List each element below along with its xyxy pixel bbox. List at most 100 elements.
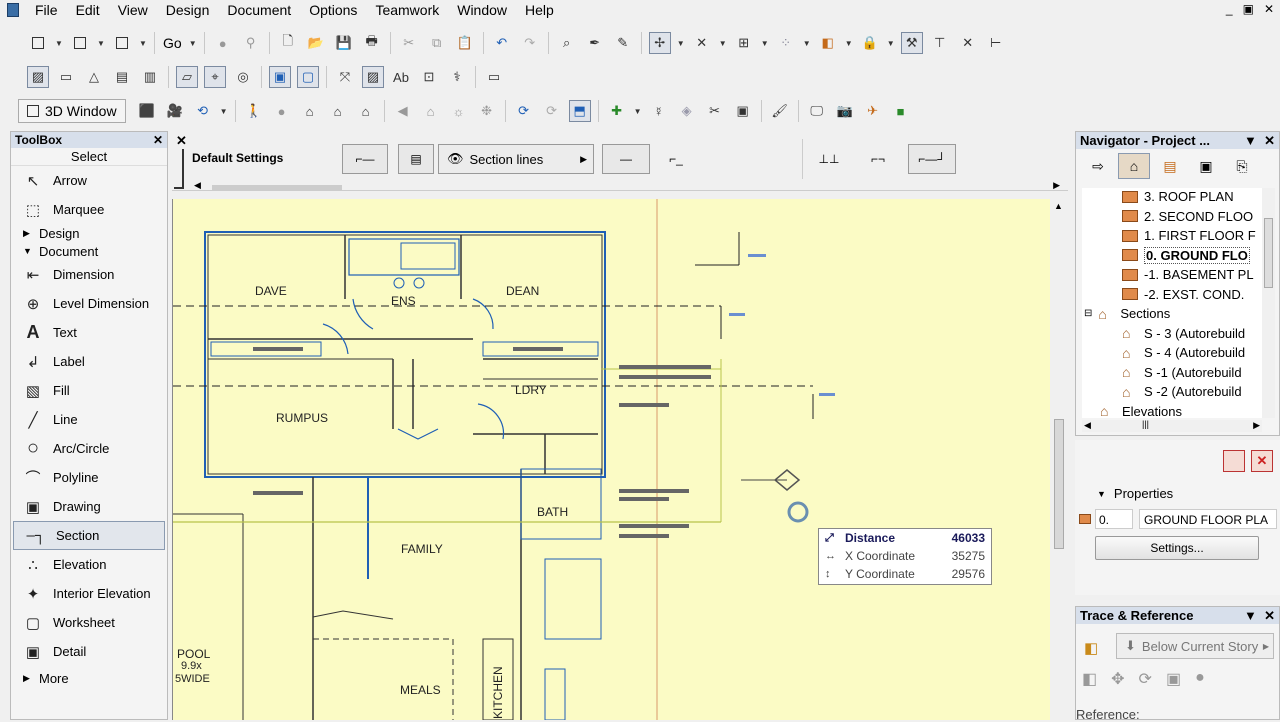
text-style-icon[interactable]: Ab	[390, 66, 412, 88]
3d-window-button[interactable]: 3D Window	[18, 99, 126, 123]
navigator-menu-icon[interactable]: ⇨	[1082, 153, 1114, 179]
publisher-icon[interactable]: ⎘	[1226, 153, 1258, 179]
geometry-horizontal-button[interactable]: ⌐¬	[860, 144, 896, 174]
measure-icon[interactable]: ⚕	[446, 66, 468, 88]
scroll-thumb[interactable]	[1054, 419, 1064, 549]
house-section-icon[interactable]: ⌂	[327, 100, 349, 122]
cut-icon[interactable]: ✂	[398, 32, 420, 54]
tool-level-dimension[interactable]: ⊕ Level Dimension	[11, 289, 167, 318]
perspective-icon[interactable]: ⬒	[568, 100, 591, 122]
walk-figure-icon[interactable]: 🚶	[243, 100, 265, 122]
tool-fill[interactable]: ▧ Fill	[11, 376, 167, 405]
canvas-horizontal-scrollbar[interactable]: ◀ ▶	[194, 180, 1060, 192]
dropdown-arrow-icon[interactable]: ▼	[96, 32, 106, 54]
tool-drawing[interactable]: ▣ Drawing	[11, 492, 167, 521]
target-icon[interactable]: ⌖	[204, 66, 226, 88]
scroll-thumb[interactable]: |||	[1142, 419, 1149, 429]
house-view-icon[interactable]: ⌂	[299, 100, 321, 122]
reflect-icon[interactable]: ⟳	[541, 100, 563, 122]
go-button[interactable]: Go	[159, 35, 186, 51]
delete-story-button[interactable]: ✕	[1251, 450, 1273, 472]
frame-icon[interactable]: ▣	[269, 66, 291, 88]
scissor-plane-icon[interactable]: ✂	[704, 100, 726, 122]
mirror-icon[interactable]: ▣	[1166, 669, 1181, 689]
dropdown-arrow-icon[interactable]: ▼	[54, 32, 64, 54]
toolbox-close-button[interactable]: ✕	[153, 133, 163, 147]
rotate-icon[interactable]: ⟳	[1139, 669, 1152, 689]
element-info-icon[interactable]: ⊤	[929, 32, 951, 54]
distance-value[interactable]: 46033	[935, 531, 985, 545]
section-item[interactable]: ⌂ S - 4 (Autorebuild	[1082, 343, 1262, 363]
menu-design[interactable]: Design	[157, 0, 219, 20]
pick-up-parameters-icon[interactable]: ✒	[584, 32, 606, 54]
menu-document[interactable]: Document	[218, 0, 300, 20]
layer-icon[interactable]: ◧	[817, 32, 839, 54]
properties-section[interactable]: ▼ Properties	[1097, 486, 1173, 501]
rectangle-icon[interactable]: ▢	[297, 66, 319, 88]
dropdown-arrow-icon[interactable]: ▼	[844, 32, 854, 54]
save-icon[interactable]: 💾	[333, 32, 355, 54]
tool-interior-elevation[interactable]: ✦ Interior Elevation	[11, 579, 167, 608]
scroll-right-icon[interactable]: ▶	[1253, 420, 1260, 431]
menu-view[interactable]: View	[109, 0, 157, 20]
cross-icon[interactable]: ✕	[957, 32, 979, 54]
menu-window[interactable]: Window	[448, 0, 516, 20]
dropdown-arrow-icon[interactable]: ▼	[760, 32, 770, 54]
scroll-thumb[interactable]	[1264, 218, 1273, 288]
new-story-button[interactable]	[1223, 450, 1245, 472]
paw-icon[interactable]: ❉	[476, 100, 498, 122]
paste-icon[interactable]: 📋	[454, 32, 476, 54]
stair-icon[interactable]: ▥	[139, 66, 161, 88]
wall-style-icon[interactable]: ▨	[27, 66, 49, 88]
dropdown-arrow-icon[interactable]: ▼	[633, 100, 643, 122]
shape-icon[interactable]: ▱	[176, 66, 198, 88]
tool-arrow[interactable]: ↖ Arrow	[11, 166, 167, 195]
line-type-button[interactable]: —	[602, 144, 650, 174]
reference-dropdown[interactable]: ⬇ Below Current Story ▶	[1116, 633, 1274, 659]
camera-icon[interactable]: 🎥	[164, 100, 186, 122]
story-number-field[interactable]: 0.	[1095, 509, 1133, 529]
minimize-button[interactable]: _	[1226, 0, 1233, 18]
tool-elevation[interactable]: ∴ Elevation	[11, 550, 167, 579]
open-file-icon[interactable]: 📂	[305, 32, 327, 54]
elevations-folder[interactable]: ⌂ Elevations	[1082, 402, 1262, 418]
tool-worksheet[interactable]: ▢ Worksheet	[11, 608, 167, 637]
tool-line[interactable]: ╱ Line	[11, 405, 167, 434]
cube-icon[interactable]: ⬛	[136, 100, 158, 122]
sections-folder[interactable]: ⊟ ⌂ Sections	[1082, 304, 1262, 324]
dropdown-arrow-icon[interactable]: ▼	[219, 100, 229, 122]
settings-button[interactable]: Settings...	[1095, 536, 1259, 560]
section-item[interactable]: ⌂ S -1 (Autorebuild	[1082, 363, 1262, 383]
lock-icon[interactable]: 🔒	[859, 32, 881, 54]
geometry-selected-button[interactable]: ⌐—┘	[908, 144, 956, 174]
view-map-icon[interactable]: ▤	[1154, 153, 1186, 179]
reset-icon[interactable]: ●	[1195, 669, 1205, 689]
layout-book-icon[interactable]: ▣	[1190, 153, 1222, 179]
3d-box-icon[interactable]: ▣	[732, 100, 754, 122]
infobox-close-button[interactable]: ✕	[176, 133, 187, 149]
more-tools-icon[interactable]: ⊢	[985, 32, 1007, 54]
menu-edit[interactable]: Edit	[67, 0, 109, 20]
fill-pattern-icon[interactable]: ▨	[362, 66, 384, 88]
dropdown-arrow-icon[interactable]: ▼	[676, 32, 686, 54]
section-item[interactable]: ⌂ S - 3 (Autorebuild	[1082, 324, 1262, 344]
close-window-button[interactable]: ✕	[1264, 0, 1274, 18]
story-item[interactable]: 3. ROOF PLAN	[1082, 188, 1262, 207]
y-coordinate-value[interactable]: 29576	[935, 567, 985, 581]
screen-icon[interactable]: 🖵	[806, 100, 828, 122]
marker-type-button[interactable]: ⌐_	[658, 144, 694, 174]
navigator-controls[interactable]: ▼ ✕	[1244, 133, 1275, 149]
tool-label[interactable]: ↲ Label	[11, 347, 167, 376]
section-lines-dropdown[interactable]: 👁 Section lines ▶	[438, 144, 594, 174]
snap-guide-icon[interactable]: ✢	[648, 32, 671, 54]
swap-icon[interactable]: ◧	[1082, 669, 1097, 689]
trace-toggle-icon[interactable]: ◧	[1084, 639, 1098, 657]
scroll-left-icon[interactable]: ◀	[1084, 420, 1091, 431]
roof-icon[interactable]: △	[83, 66, 105, 88]
tool-text[interactable]: A Text	[11, 318, 167, 347]
node-icon[interactable]: ◎	[232, 66, 254, 88]
dropdown-arrow-icon[interactable]: ▼	[138, 32, 148, 54]
tool-polyline[interactable]: ⌒ Polyline	[11, 463, 167, 492]
photo-render-icon[interactable]: 📷	[834, 100, 856, 122]
orbit-icon[interactable]: ⟲	[192, 100, 214, 122]
